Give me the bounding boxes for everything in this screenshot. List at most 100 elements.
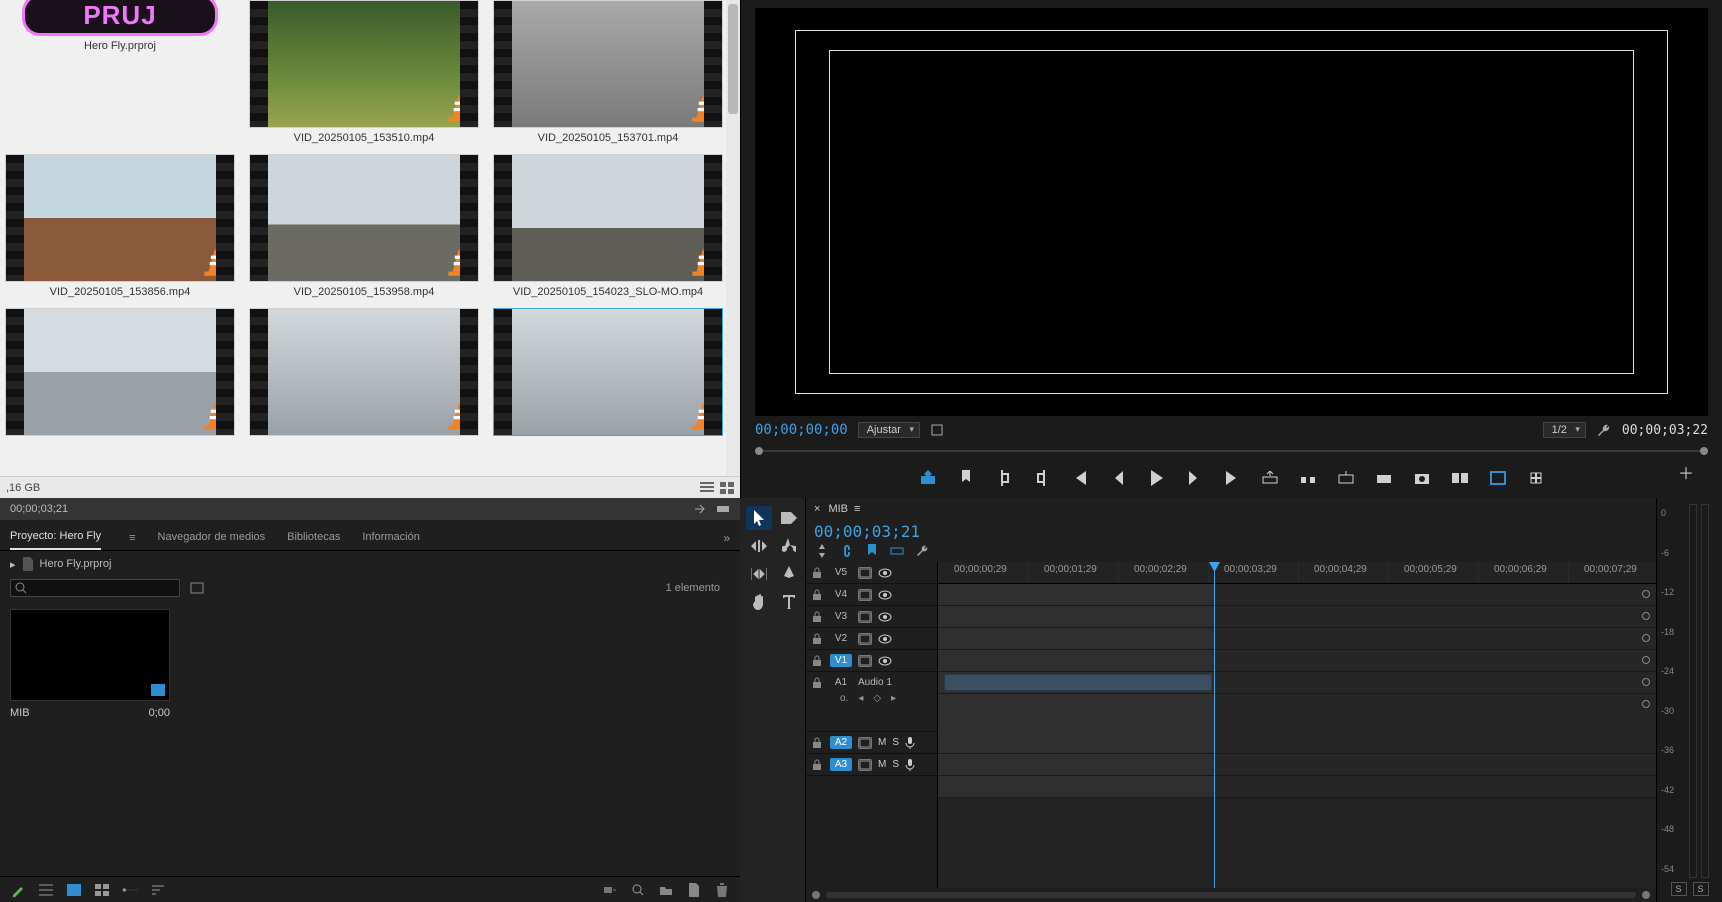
solo-left-button[interactable]: S [1671,882,1687,896]
lock-icon[interactable] [812,759,824,771]
automate-to-sequence-icon[interactable] [602,882,618,898]
source-overwrite-icon[interactable] [716,503,730,515]
video-track-header[interactable]: V1 [806,650,937,672]
media-item[interactable]: PRUJHero Fly.prproj [0,0,240,150]
timeline-wrench-icon[interactable] [914,543,929,558]
go-to-out-icon[interactable] [1222,468,1242,488]
sort-icon[interactable] [150,882,166,898]
overwrite-clip-icon[interactable] [1374,468,1394,488]
solo-button[interactable]: S [892,737,899,748]
tab-info[interactable]: Información [362,527,419,549]
filter-bin-icon[interactable] [190,582,204,594]
media-item[interactable] [0,308,240,446]
track-target[interactable]: A2 [830,736,852,749]
audio-track-header[interactable]: A1Audio 1o.◂◇▸ [806,672,937,732]
lock-icon[interactable] [812,655,824,667]
linked-selection-icon[interactable] [839,543,854,558]
pen-icon[interactable] [10,882,26,898]
pen-tool-icon[interactable] [776,562,802,586]
prev-keyframe-icon[interactable]: ◂ [858,693,863,704]
step-forward-icon[interactable] [1184,468,1204,488]
freeform-view-icon[interactable] [94,882,110,898]
toggle-track-output-icon[interactable] [878,568,892,578]
thumb-size-slider[interactable] [122,882,138,898]
close-sequence-icon[interactable]: × [814,503,820,515]
track-target[interactable]: A1 [830,676,852,689]
mute-button[interactable]: M [878,759,886,770]
sequence-tab[interactable]: MIB ≡ [828,503,860,515]
button-editor-icon[interactable]: ＋ [1678,460,1694,484]
toggle-track-output-icon[interactable] [878,656,892,666]
audio-lane[interactable] [938,694,1656,754]
toggle-track-output-icon[interactable] [878,612,892,622]
slip-tool-icon[interactable] [746,562,772,586]
media-item[interactable]: VID_20250105_153701.mp4 [488,0,728,150]
go-to-in-icon[interactable] [1070,468,1090,488]
track-target[interactable]: A3 [830,758,852,771]
lock-icon[interactable] [812,567,824,579]
export-frame-icon[interactable] [918,468,938,488]
type-tool-icon[interactable] [776,590,802,614]
fit-dropdown[interactable]: Ajustar [858,422,920,438]
toggle-track-output-icon[interactable] [878,590,892,600]
video-track-header[interactable]: V4 [806,584,937,606]
lock-icon[interactable] [812,611,824,623]
timeline-ruler[interactable]: 00;00;00;2900;00;01;2900;00;02;2900;00;0… [938,562,1656,584]
track-select-tool-icon[interactable] [776,506,802,530]
crop-icon[interactable] [930,423,944,437]
solo-button[interactable]: S [892,759,899,770]
video-lane[interactable] [938,606,1656,628]
safe-margins-icon[interactable] [1488,468,1508,488]
video-track-header[interactable]: V3 [806,606,937,628]
insert-clip-icon[interactable] [1336,468,1356,488]
razor-tool-icon[interactable] [776,534,802,558]
timeline-tracks[interactable]: 00;00;00;2900;00;01;2900;00;02;2900;00;0… [938,562,1656,888]
audio-track-header[interactable]: A2 MS [806,732,937,754]
playhead[interactable] [1214,562,1215,888]
mark-out-icon[interactable] [1032,468,1052,488]
source-timecode[interactable]: 00;00;03;21 [10,503,68,515]
playback-resolution-dropdown[interactable]: 1/2 [1543,422,1586,438]
source-insert-icon[interactable] [694,503,708,515]
ripple-edit-tool-icon[interactable] [746,534,772,558]
settings-wrench-icon[interactable] [1596,422,1612,438]
media-browser-scrollbar[interactable] [726,0,740,476]
solo-right-button[interactable]: S [1693,882,1709,896]
audio-lane[interactable] [938,776,1656,798]
step-back-icon[interactable] [1108,468,1128,488]
tab-media-browser[interactable]: Navegador de medios [158,527,266,549]
trash-icon[interactable] [714,882,730,898]
proxy-toggle-icon[interactable] [1526,468,1546,488]
video-track-header[interactable]: V2 [806,628,937,650]
record-mic-icon[interactable] [905,759,915,771]
panel-expand-icon[interactable]: » [723,531,730,545]
video-lane[interactable] [938,650,1656,672]
play-icon[interactable] [1146,468,1166,488]
mute-button[interactable]: M [878,737,886,748]
video-lane[interactable] [938,584,1656,606]
audio-track-header[interactable]: A3 MS [806,754,937,776]
video-track-header[interactable]: V5 [806,562,937,584]
next-keyframe-icon[interactable]: ▸ [891,693,896,704]
media-item[interactable]: VID_20250105_153510.mp4 [244,0,484,150]
lift-icon[interactable] [1260,468,1280,488]
hand-tool-icon[interactable] [746,590,772,614]
media-item[interactable]: VID_20250105_153958.mp4 [244,154,484,304]
lock-icon[interactable] [812,589,824,601]
sync-lock-icon[interactable] [858,611,872,623]
fx-icon[interactable] [858,737,872,749]
icon-view-icon[interactable] [66,882,82,898]
camera-icon[interactable] [1412,468,1432,488]
timeline-settings-icon[interactable] [889,543,904,558]
tab-project[interactable]: Proyecto: Hero Fly [10,526,101,550]
tab-menu-icon[interactable]: ≡ [129,532,135,544]
extract-icon[interactable] [1298,468,1318,488]
media-item[interactable] [244,308,484,446]
track-target[interactable]: V4 [830,588,852,601]
project-search-input[interactable] [10,579,180,597]
audio-lane[interactable] [938,754,1656,776]
track-target[interactable]: V1 [830,654,852,667]
program-scrubber[interactable] [755,444,1708,458]
track-target[interactable]: V3 [830,610,852,623]
track-target[interactable]: V5 [830,566,852,579]
